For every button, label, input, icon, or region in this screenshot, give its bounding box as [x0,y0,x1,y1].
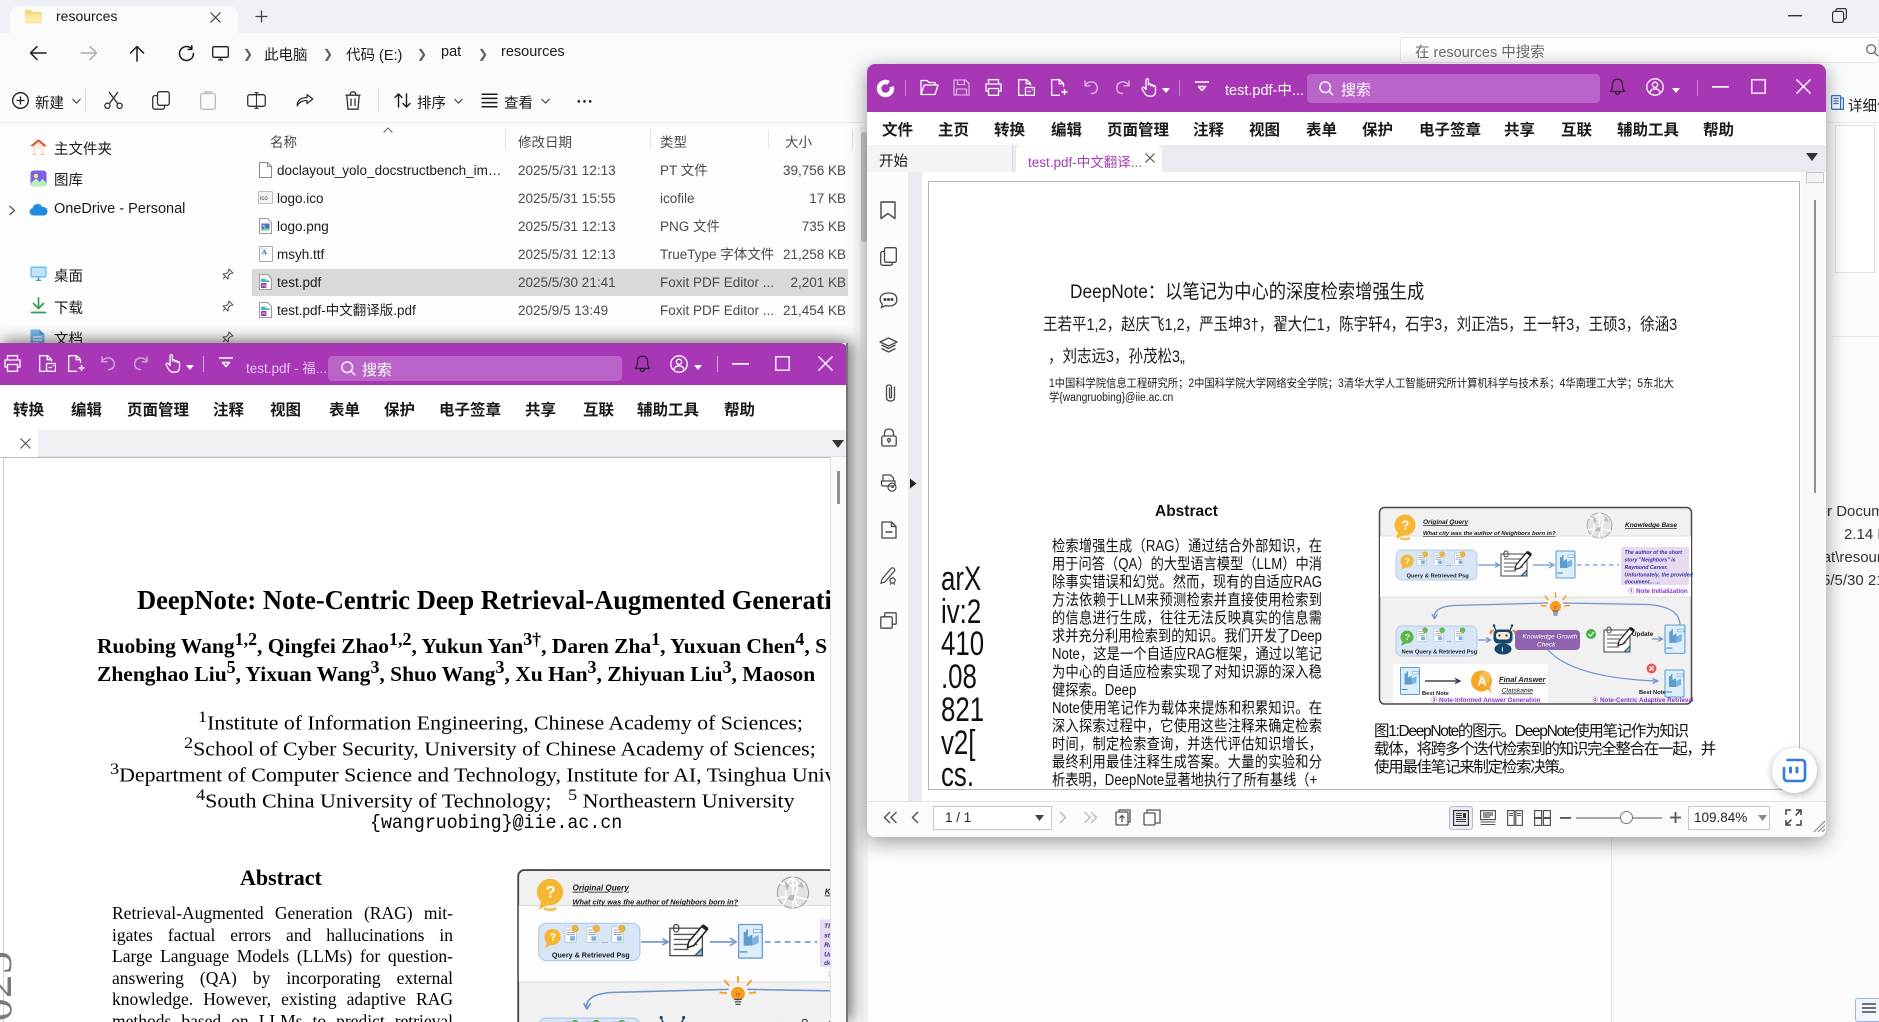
svg-text:PDF: PDF [262,312,270,316]
svg-text:ico: ico [260,196,268,202]
svg-text:PDF: PDF [262,284,270,288]
svg-text:A: A [262,249,267,256]
